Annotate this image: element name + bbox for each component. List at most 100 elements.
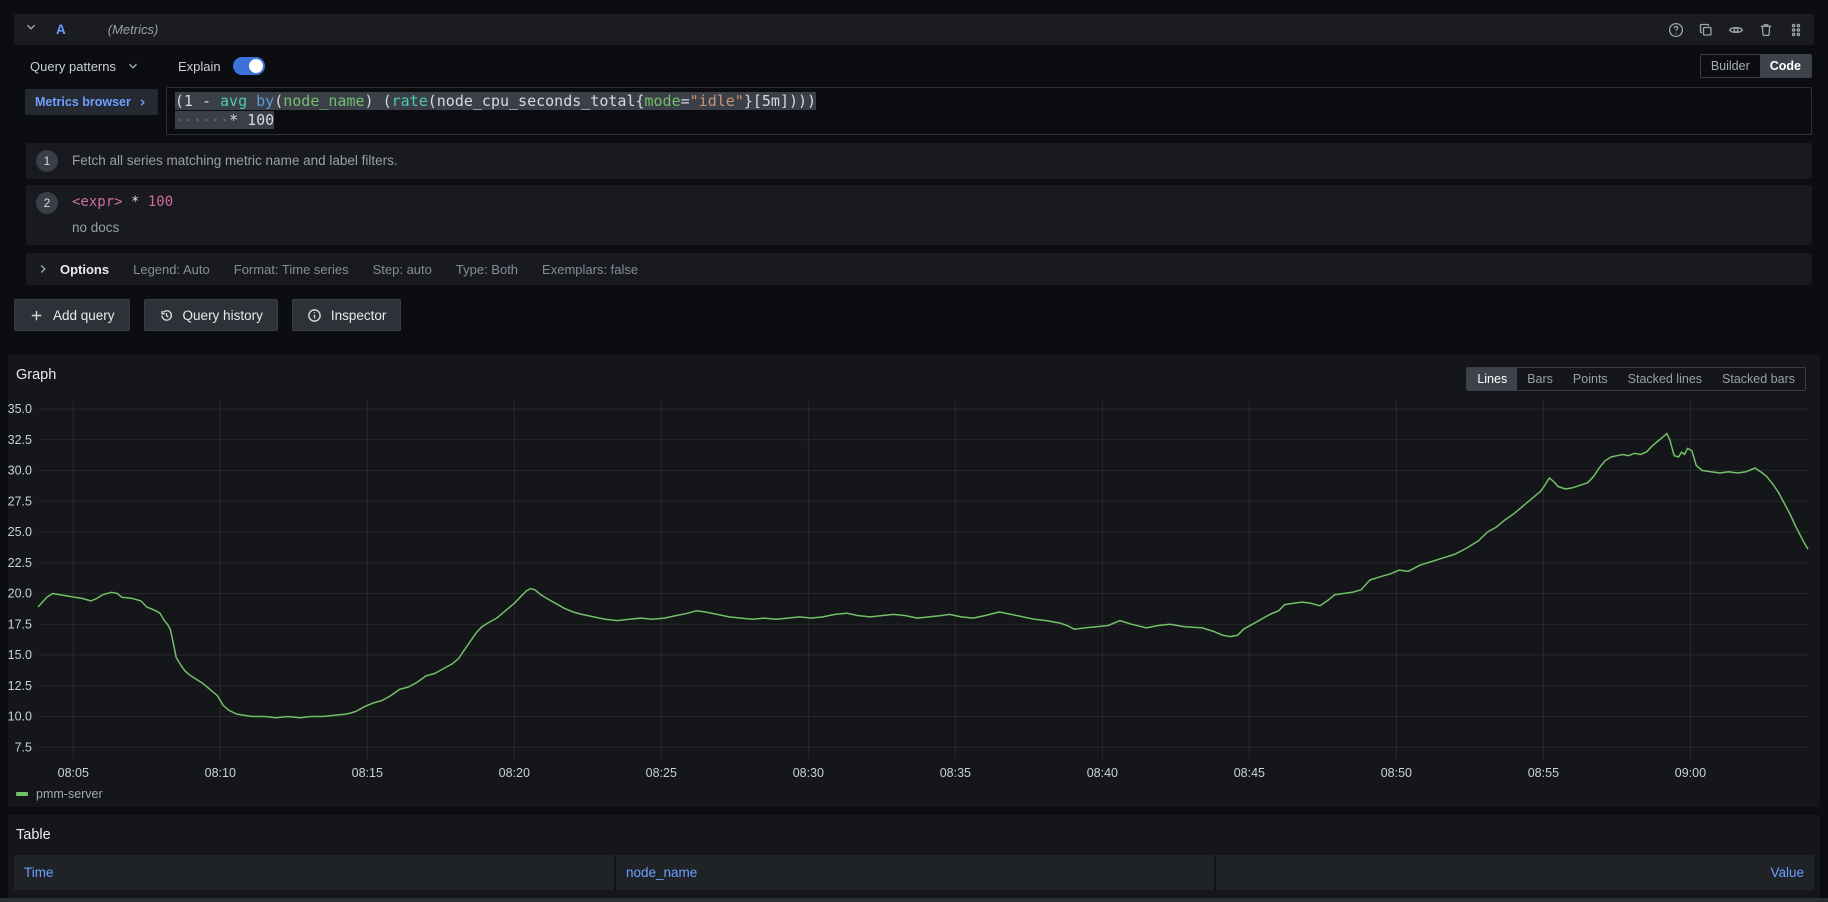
code-token: ( [274, 92, 283, 110]
grafana-explore-screen: A (Metrics) Query patterns [0, 0, 1828, 902]
trash-icon[interactable] [1758, 22, 1774, 38]
query-patterns-dropdown[interactable]: Query patterns [30, 59, 140, 74]
table-column-time[interactable]: Time [14, 855, 614, 890]
toggle-knob [249, 59, 263, 73]
editor-row: Metrics browser (1 - avg by(node_name) (… [25, 87, 1812, 135]
query-row-header: A (Metrics) [14, 14, 1814, 45]
graph-mode-lines[interactable]: Lines [1467, 368, 1517, 390]
table-column-value[interactable]: Value [1214, 855, 1814, 890]
query-ref-id[interactable]: A [56, 22, 66, 37]
add-query-label: Add query [53, 308, 115, 323]
axis-tick-label: 08:05 [58, 766, 89, 780]
code-token: * [123, 194, 148, 210]
step-2-expression: <expr> * 100 [72, 191, 173, 213]
add-query-button[interactable]: Add query [14, 299, 130, 331]
whitespace-dots: ······ [175, 111, 229, 129]
explain-label: Explain [178, 59, 221, 74]
table-header-row: Time node_name Value [14, 855, 1814, 890]
axis-tick-label: 08:10 [205, 766, 236, 780]
explain-toggle[interactable] [233, 57, 265, 75]
code-token: = [681, 92, 690, 110]
code-line-2: ······* 100 [175, 111, 1803, 130]
axis-tick-label: 20.0 [8, 587, 32, 601]
explain-step-2: 2 <expr> * 100 no docs [26, 185, 1812, 245]
code-token: by [256, 92, 274, 110]
axis-tick-label: 08:50 [1381, 766, 1412, 780]
axis-tick-label: 12.5 [8, 679, 32, 693]
code-token: }[5m]))) [744, 92, 816, 110]
axis-tick-label: 08:35 [940, 766, 971, 780]
options-title[interactable]: Options [60, 262, 109, 277]
code-token: ) ( [365, 92, 392, 110]
code-token: <expr> [72, 194, 123, 210]
eye-icon[interactable] [1728, 22, 1744, 38]
axis-tick-label: 15.0 [8, 648, 32, 662]
options-meta-item: Format: Time series [234, 262, 349, 277]
graph-mode-bars[interactable]: Bars [1517, 368, 1563, 390]
step-2-badge: 2 [36, 192, 58, 214]
code-token: mode [645, 92, 681, 110]
axis-tick-label: 08:15 [352, 766, 383, 780]
query-history-label: Query history [183, 308, 263, 323]
axis-tick-label: 32.5 [8, 433, 32, 447]
chart-legend: pmm-server [8, 783, 1820, 803]
table-panel-title: Table [8, 815, 1820, 853]
legend-series-name[interactable]: pmm-server [36, 787, 103, 801]
code-token: 100 [148, 194, 173, 210]
chevron-right-icon [36, 262, 50, 276]
chevron-down-icon [126, 59, 140, 73]
step-1-text: Fetch all series matching metric name an… [72, 149, 398, 173]
table-column-node-name[interactable]: node_name [614, 855, 1214, 890]
axis-tick-label: 09:00 [1675, 766, 1706, 780]
info-circle-icon [307, 308, 322, 323]
metrics-browser-label: Metrics browser [35, 95, 131, 109]
options-row[interactable]: Options Legend: Auto Format: Time series S… [26, 253, 1812, 285]
query-patterns-label: Query patterns [30, 59, 116, 74]
promql-code-editor[interactable]: (1 - avg by(node_name) (rate(node_cpu_se… [166, 87, 1812, 135]
chevron-right-icon [137, 97, 148, 108]
code-token: (node_cpu_seconds_total{ [428, 92, 645, 110]
graph-panel-title: Graph [16, 367, 56, 383]
step-2-docs: no docs [72, 217, 173, 239]
axis-tick-label: 30.0 [8, 464, 32, 478]
query-history-button[interactable]: Query history [144, 299, 278, 331]
copy-icon[interactable] [1698, 22, 1714, 38]
axis-tick-label: 08:45 [1234, 766, 1265, 780]
axis-tick-label: 22.5 [8, 556, 32, 570]
time-series-chart[interactable]: 7.510.012.515.017.520.022.525.027.530.03… [8, 395, 1820, 783]
graph-mode-stacked-bars[interactable]: Stacked bars [1712, 368, 1805, 390]
options-meta: Legend: Auto Format: Time series Step: aut… [109, 262, 638, 277]
graph-mode-stacked-lines[interactable]: Stacked lines [1618, 368, 1712, 390]
legend-series-marker [16, 792, 28, 796]
code-token: (1 - [175, 92, 220, 110]
actions-row: Add query Query history Inspector [14, 299, 1814, 331]
code-token [247, 92, 256, 110]
options-meta-item: Legend: Auto [133, 262, 210, 277]
table-panel: Table Time node_name Value [8, 815, 1820, 900]
grip-icon[interactable] [1788, 22, 1804, 38]
code-token: node_name [283, 92, 364, 110]
axis-tick-label: 08:30 [793, 766, 824, 780]
inspector-button[interactable]: Inspector [292, 299, 402, 331]
graph-mode-points[interactable]: Points [1563, 368, 1618, 390]
datasource-hint: (Metrics) [108, 22, 159, 37]
axis-tick-label: 08:20 [499, 766, 530, 780]
axis-tick-label: 08:25 [646, 766, 677, 780]
code-token: avg [220, 92, 247, 110]
inspector-label: Inspector [331, 308, 387, 323]
series-line-pmm-server [38, 434, 1808, 718]
metrics-browser-button[interactable]: Metrics browser [25, 89, 158, 115]
options-meta-item: Step: auto [373, 262, 432, 277]
code-token: rate [392, 92, 428, 110]
plus-icon [29, 308, 44, 323]
axis-tick-label: 27.5 [8, 494, 32, 508]
graph-panel-header: Graph LinesBarsPointsStacked linesStacke… [8, 355, 1820, 395]
code-mode-button[interactable]: Code [1760, 55, 1811, 77]
table-first-row-strip [0, 898, 1828, 902]
help-icon[interactable] [1668, 22, 1684, 38]
options-meta-item: Type: Both [456, 262, 518, 277]
axis-tick-label: 10.0 [8, 710, 32, 724]
collapse-query-chevron-icon[interactable] [24, 20, 38, 39]
builder-mode-button[interactable]: Builder [1701, 55, 1760, 77]
axis-tick-label: 08:40 [1087, 766, 1118, 780]
